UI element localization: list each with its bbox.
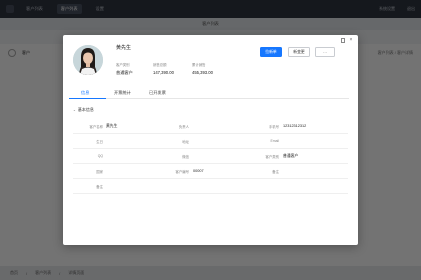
field-label: 备注 xyxy=(272,170,279,174)
field-value: 12312312312 xyxy=(283,123,307,128)
active-tab-indicator xyxy=(69,97,106,99)
sales-amount-value: 147,390.00 xyxy=(153,70,174,75)
field-value: 黄先生 xyxy=(106,123,118,128)
field-label: 地址 xyxy=(182,140,189,144)
detail-tabs: 信息 开票统计 已开发票 xyxy=(69,87,349,99)
field-label: 客户类别 xyxy=(265,155,279,159)
section-header[interactable]: ⌄ 基本信息 xyxy=(73,107,94,113)
field-label: 客户名称 xyxy=(89,125,103,129)
portrait-image xyxy=(73,45,103,75)
info-grid: 客户名称 黄先生 负责人 手机号 12312312312 生日 地址 Email… xyxy=(73,119,348,194)
field-label: 生日 xyxy=(96,140,103,144)
table-row: 客户名称 黄先生 负责人 手机号 12312312312 xyxy=(73,119,348,134)
new-order-button[interactable]: 拉新单 xyxy=(260,47,282,57)
field-label: Email xyxy=(270,139,279,143)
field-label: 手机号 xyxy=(268,125,279,129)
table-row: 国家 客户编号 00007 备注 xyxy=(73,164,348,179)
more-options-button[interactable]: ··· xyxy=(315,47,335,57)
sales-amount-label: 销售总额 xyxy=(153,63,167,67)
field-label: 国家 xyxy=(96,170,103,174)
customer-detail-modal: × 黄先生 客户类别 销售总额 累计销售 普通客户 147,390.00 455… xyxy=(63,35,358,245)
change-button[interactable]: 新变更 xyxy=(288,47,310,57)
field-value: 普通客户 xyxy=(283,153,299,158)
close-icon[interactable]: × xyxy=(348,37,354,43)
field-label: 备注 xyxy=(96,185,103,189)
tab-issued-invoices[interactable]: 已开发票 xyxy=(149,90,166,96)
total-sales-label: 累计销售 xyxy=(192,63,206,67)
field-label: 负责人 xyxy=(178,125,189,129)
table-row: 备注 xyxy=(73,179,348,194)
customer-name: 黄先生 xyxy=(116,45,132,51)
customer-type-value: 普通客户 xyxy=(116,70,133,75)
tab-invoice-stats[interactable]: 开票统计 xyxy=(114,90,131,96)
chevron-down-icon: ⌄ xyxy=(73,108,76,112)
expand-icon[interactable] xyxy=(340,38,345,43)
tab-info[interactable]: 信息 xyxy=(81,90,89,96)
customer-type-label: 客户类别 xyxy=(116,63,130,67)
field-label: QQ xyxy=(97,154,103,158)
field-label: 微信 xyxy=(182,155,189,159)
avatar xyxy=(73,45,103,75)
field-value: 00007 xyxy=(193,168,204,173)
table-row: 生日 地址 Email xyxy=(73,134,348,149)
field-label: 客户编号 xyxy=(175,170,189,174)
total-sales-value: 455,393.00 xyxy=(192,70,213,75)
table-row: QQ 微信 客户类别 普通客户 xyxy=(73,149,348,164)
section-title: 基本信息 xyxy=(77,107,94,112)
